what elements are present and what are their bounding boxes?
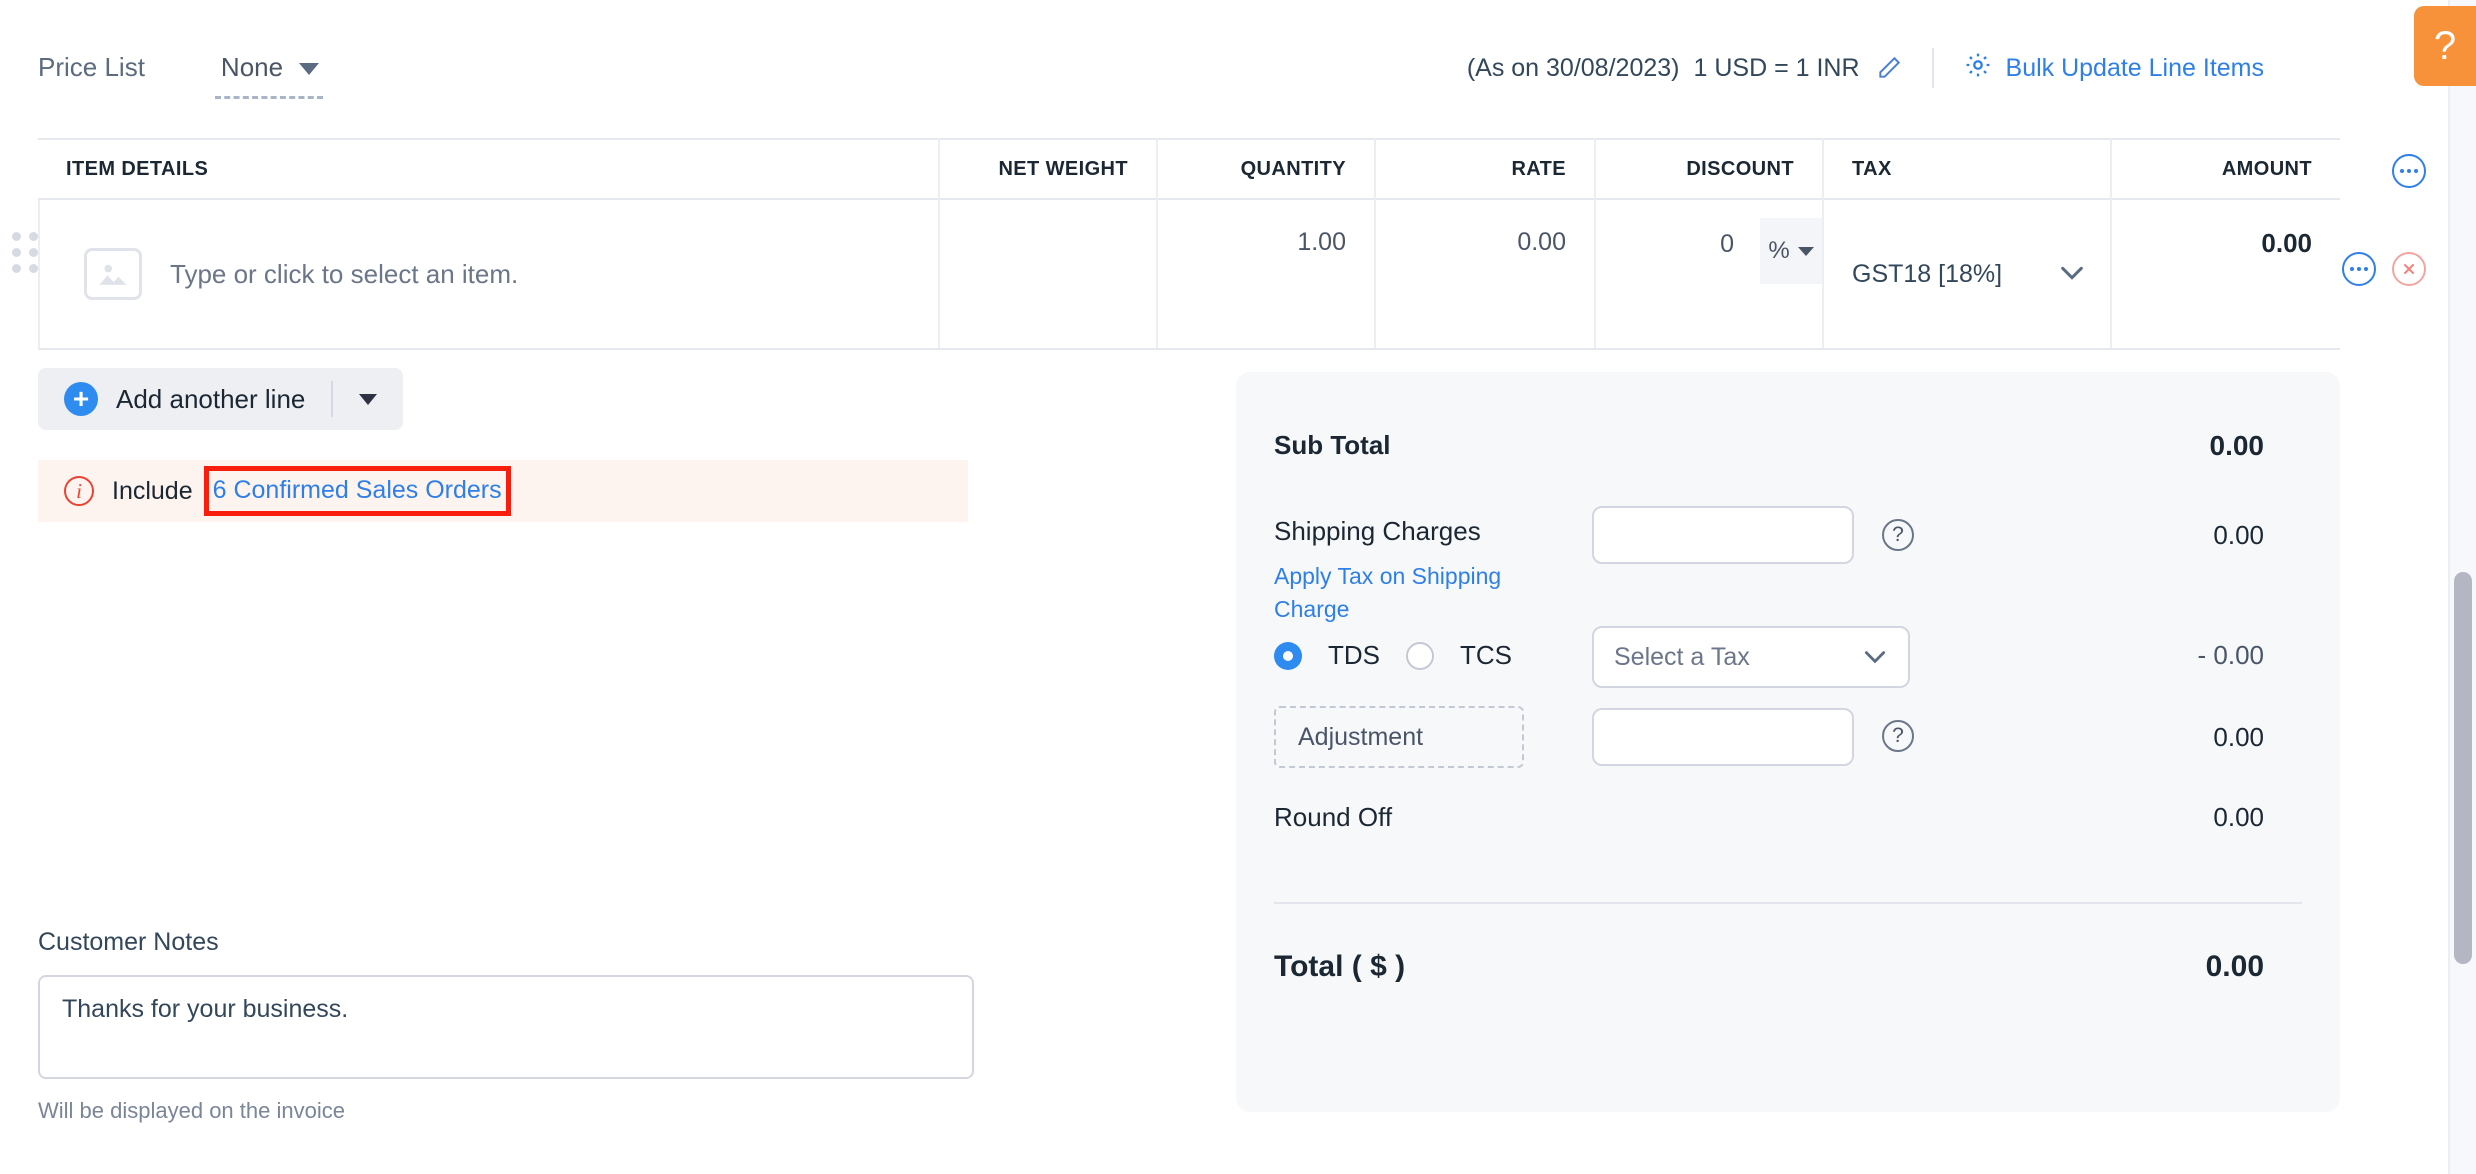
question-circle-icon[interactable]: ? <box>1882 519 1914 551</box>
header-more-options-button[interactable] <box>2392 154 2426 188</box>
tds-radio[interactable] <box>1274 641 1302 670</box>
row-actions <box>2342 252 2426 286</box>
discount-unit-label: % <box>1768 237 1790 264</box>
totals-panel: Sub Total 0.00 Shipping Charges ? 0.00 A… <box>1236 372 2340 1112</box>
line-items-table: ITEM DETAILS NET WEIGHT QUANTITY RATE DI… <box>12 138 2426 350</box>
item-details-cell[interactable]: Type or click to select an item. <box>38 200 938 348</box>
pencil-icon[interactable] <box>1876 55 1902 81</box>
tds-label: TDS <box>1328 640 1380 670</box>
add-line-dropdown-button[interactable] <box>333 393 403 405</box>
customer-notes-hint: Will be displayed on the invoice <box>38 1098 345 1123</box>
table-header-row: ITEM DETAILS NET WEIGHT QUANTITY RATE DI… <box>38 138 2426 200</box>
remove-row-button[interactable] <box>2392 252 2426 286</box>
ellipsis-icon <box>2392 154 2426 188</box>
price-list-label: Price List <box>38 52 145 82</box>
tax-select[interactable]: GST18 [18%] <box>1822 200 2110 348</box>
bulk-update-line-items-button[interactable]: Bulk Update Line Items <box>1964 51 2264 86</box>
round-off-label: Round Off <box>1274 802 1393 832</box>
shipping-charges-input[interactable] <box>1592 506 1854 564</box>
question-circle-icon[interactable]: ? <box>1882 720 1914 752</box>
image-placeholder-icon <box>84 248 142 300</box>
tax-select-dropdown[interactable]: Select a Tax <box>1592 626 1910 688</box>
chevron-down-icon <box>299 63 320 75</box>
apply-tax-on-shipping-link[interactable]: Apply Tax on Shipping Charge <box>1274 560 1514 627</box>
tax-select-value: Select a Tax <box>1614 642 1750 671</box>
sub-total-value: 0.00 <box>2209 430 2265 461</box>
add-another-line-label: Add another line <box>116 383 306 414</box>
table-row: Type or click to select an item. 1.00 0.… <box>12 200 2426 350</box>
chevron-down-icon <box>1862 643 1888 672</box>
info-circle-icon: i <box>64 476 94 506</box>
add-another-line-button[interactable]: + Add another line <box>38 368 404 430</box>
chevron-down-icon <box>2058 260 2086 289</box>
customer-notes-label: Customer Notes <box>38 928 219 956</box>
adjustment-value: 0.00 <box>2213 722 2264 752</box>
adjustment-label-field[interactable]: Adjustment <box>1274 706 1524 768</box>
tds-tcs-radio-group: TDS TCS <box>1274 640 1512 671</box>
confirmed-sales-orders-link[interactable]: 6 Confirmed Sales Orders <box>203 466 511 516</box>
exchange-as-on: (As on 30/08/2023) <box>1466 53 1680 82</box>
round-off-row: Round Off 0.00 <box>1274 802 2302 833</box>
exchange-rate-area: (As on 30/08/2023) 1 USD = 1 INR Bulk Up… <box>1467 48 2264 88</box>
tcs-label: TCS <box>1460 640 1512 670</box>
sub-total-label: Sub Total <box>1274 430 1391 460</box>
item-search-input[interactable]: Type or click to select an item. <box>170 259 518 290</box>
column-header-net-weight: NET WEIGHT <box>938 138 1156 200</box>
adjustment-input[interactable] <box>1592 708 1854 766</box>
gear-icon <box>1964 51 1992 86</box>
sub-total-row: Sub Total 0.00 <box>1274 430 2302 461</box>
rate-cell[interactable]: 0.00 <box>1374 200 1594 348</box>
help-button[interactable]: ? <box>2414 6 2476 86</box>
banner-text: Include <box>112 476 193 505</box>
add-another-line-main[interactable]: + Add another line <box>38 368 331 430</box>
price-list-dropdown[interactable]: None <box>214 52 323 99</box>
row-more-options-button[interactable] <box>2342 252 2376 286</box>
include-sales-orders-banner: i Include 6 Confirmed Sales Orders <box>38 460 968 522</box>
amount-cell: 0.00 <box>2110 200 2340 348</box>
caret-down-icon <box>1797 246 1814 256</box>
toolbar-divider <box>1931 48 1934 88</box>
totals-divider <box>1274 902 2302 904</box>
discount-cell: 0 % <box>1594 200 1822 348</box>
total-row: Total ( $ ) 0.00 <box>1274 950 2302 984</box>
plus-circle-icon: + <box>64 382 98 416</box>
drag-handle-icon[interactable] <box>12 232 38 273</box>
shipping-charges-value: 0.00 <box>2213 520 2264 550</box>
column-header-tax: TAX <box>1822 138 2110 200</box>
customer-notes-input[interactable] <box>38 975 974 1079</box>
customer-notes-section: Customer Notes Will be displayed on the … <box>38 928 978 1124</box>
discount-input[interactable]: 0 <box>1720 228 1734 259</box>
total-label: Total ( $ ) <box>1274 950 1406 983</box>
round-off-value: 0.00 <box>2213 802 2264 832</box>
price-list-control: Price List None <box>38 52 323 99</box>
column-header-rate: RATE <box>1374 138 1594 200</box>
shipping-charges-label: Shipping Charges <box>1274 516 1481 546</box>
top-toolbar: Price List None (As on 30/08/2023) 1 USD… <box>0 0 2340 140</box>
vertical-scrollbar[interactable] <box>2450 0 2476 1174</box>
exchange-rate-value: 1 USD = 1 INR <box>1693 53 1860 82</box>
tds-value: - 0.00 <box>2197 640 2265 670</box>
column-header-discount: DISCOUNT <box>1594 138 1822 200</box>
total-value: 0.00 <box>2205 950 2264 983</box>
invoice-line-items-page: Price List None (As on 30/08/2023) 1 USD… <box>0 0 2476 1174</box>
column-header-item-details: ITEM DETAILS <box>66 157 209 180</box>
discount-unit-toggle[interactable]: % <box>1760 218 1822 284</box>
amount-value: 0.00 <box>2261 228 2312 258</box>
caret-down-icon <box>359 393 378 405</box>
quantity-cell[interactable]: 1.00 <box>1156 200 1374 348</box>
scrollbar-thumb[interactable] <box>2454 572 2472 964</box>
dashed-underline <box>214 96 323 99</box>
net-weight-cell[interactable] <box>938 200 1156 348</box>
column-header-amount: AMOUNT <box>2110 138 2340 200</box>
price-list-value: None <box>220 52 284 82</box>
tcs-radio[interactable] <box>1406 641 1434 670</box>
column-header-quantity: QUANTITY <box>1156 138 1374 200</box>
tax-value: GST18 [18%] <box>1852 259 2003 288</box>
bulk-update-label: Bulk Update Line Items <box>2005 53 2264 82</box>
